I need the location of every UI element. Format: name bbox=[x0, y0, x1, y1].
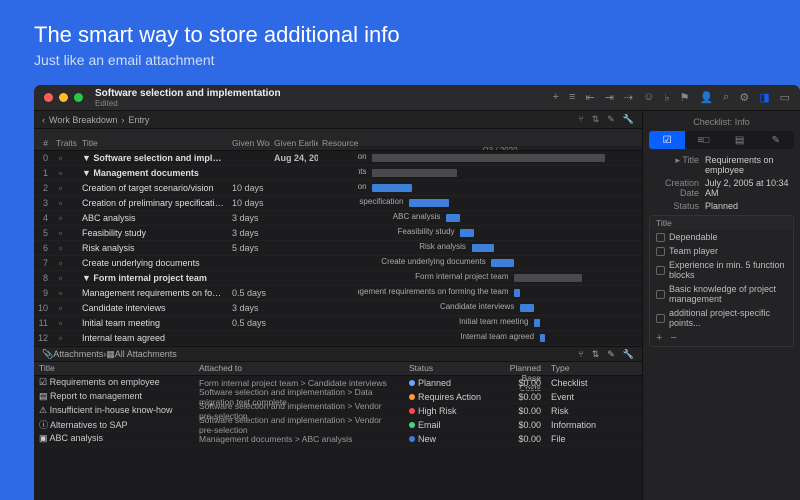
tab-bars[interactable]: ≡□ bbox=[685, 131, 721, 149]
sort-icon[interactable]: ⇅ bbox=[592, 349, 600, 360]
breadcrumb-a[interactable]: Work Breakdown bbox=[49, 115, 117, 125]
table-row[interactable]: 9▫Management requirements on forming the… bbox=[34, 286, 642, 301]
add-item-icon[interactable]: + bbox=[656, 332, 662, 344]
list-icon[interactable]: ≡ bbox=[569, 91, 575, 104]
table-row[interactable]: 4▫ABC analysis3 daysABC analysis bbox=[34, 211, 642, 226]
add-icon[interactable]: + bbox=[553, 91, 559, 104]
checklist-item[interactable]: Experience in min. 5 function blocks bbox=[650, 258, 793, 282]
back-icon[interactable]: ‹ bbox=[42, 115, 45, 125]
panel-left-icon[interactable]: ◨ bbox=[759, 91, 769, 104]
tab-chart[interactable]: ▤ bbox=[722, 131, 758, 149]
link-icon[interactable]: ⇢ bbox=[624, 91, 633, 104]
minimize-icon[interactable] bbox=[59, 93, 68, 102]
table-row[interactable]: 11▫Initial team meeting0.5 daysInitial t… bbox=[34, 316, 642, 331]
checkbox-icon[interactable] bbox=[656, 290, 665, 299]
table-row[interactable]: 2▫Creation of target scenario/vision10 d… bbox=[34, 181, 642, 196]
attach-filter-icon: ▦ bbox=[106, 349, 115, 360]
attachments-header: Title Attached to Status Planned Base Co… bbox=[34, 362, 642, 376]
checklist-item[interactable]: additional project-specific points... bbox=[650, 306, 793, 330]
tab-edit[interactable]: ✎ bbox=[758, 131, 794, 149]
filter-icon[interactable]: ⑂ bbox=[578, 349, 583, 360]
sort-icon[interactable]: ⇅ bbox=[592, 114, 600, 125]
table-row[interactable]: 8▫▼ Form internal project teamForm inter… bbox=[34, 271, 642, 286]
task-grid[interactable]: 0▫▼ Software selection and implementatio… bbox=[34, 151, 642, 346]
attach-icon: 📎 bbox=[42, 349, 53, 360]
close-icon[interactable] bbox=[44, 93, 53, 102]
checklist: Title DependableTeam playerExperience in… bbox=[649, 215, 794, 347]
inspector-header: Checklist: Info bbox=[649, 117, 794, 127]
inspector: Checklist: Info ☑ ≡□ ▤ ✎ ▸ Title Require… bbox=[642, 111, 800, 500]
indent-icon[interactable]: ⇥ bbox=[605, 91, 614, 104]
hero-title: The smart way to store additional info bbox=[34, 22, 800, 48]
hero-subtitle: Just like an email attachment bbox=[34, 52, 800, 68]
attachment-row[interactable]: ▣ ABC analysisManagement documents > ABC… bbox=[34, 432, 642, 446]
bell-icon[interactable]: ♭ bbox=[664, 91, 669, 104]
toolbar: + ≡ ⇤ ⇥ ⇢ ☺ ♭ ⚑ 👤 ⌕ ⚙ ◨ ▭ bbox=[553, 91, 790, 104]
panel-right-icon[interactable]: ▭ bbox=[780, 91, 790, 104]
table-row[interactable]: 1▫▼ Management documentsManagement docum… bbox=[34, 166, 642, 181]
wrench-icon[interactable]: 🔧 bbox=[623, 114, 634, 125]
status-value[interactable]: Planned bbox=[705, 201, 794, 211]
filter-icon[interactable]: ⑂ bbox=[578, 114, 583, 125]
checkbox-icon[interactable] bbox=[656, 247, 665, 256]
table-row[interactable]: 0▫▼ Software selection and implementatio… bbox=[34, 151, 642, 166]
table-row[interactable]: 5▫Feasibility study3 daysFeasibility stu… bbox=[34, 226, 642, 241]
attachments-grid[interactable]: ☑ Requirements on employeeForm internal … bbox=[34, 376, 642, 446]
smile-icon[interactable]: ☺ bbox=[643, 91, 654, 104]
table-row[interactable]: 10▫Candidate interviews3 daysCandidate i… bbox=[34, 301, 642, 316]
table-row[interactable]: 3▫Creation of preliminary specification1… bbox=[34, 196, 642, 211]
brush-icon[interactable]: ✎ bbox=[607, 114, 615, 125]
breadcrumb: ‹ Work Breakdown › Entry ⑂ ⇅ ✎ 🔧 bbox=[34, 111, 642, 129]
titlebar: Software selection and implementation Ed… bbox=[34, 85, 800, 111]
tab-checklist[interactable]: ☑ bbox=[649, 131, 685, 149]
checkbox-icon[interactable] bbox=[656, 266, 665, 275]
table-row[interactable]: 12▫Internal team agreedInternal team agr… bbox=[34, 331, 642, 346]
grid-header: # Traits Title Given Work Given Earliest… bbox=[34, 129, 642, 151]
wrench-icon[interactable]: 🔧 bbox=[623, 349, 634, 360]
zoom-icon[interactable] bbox=[74, 93, 83, 102]
attachment-row[interactable]: ⓘ Alternatives to SAPSoftware selection … bbox=[34, 418, 642, 432]
flag-icon[interactable]: ⚑ bbox=[680, 91, 690, 104]
checkbox-icon[interactable] bbox=[656, 233, 665, 242]
remove-item-icon[interactable]: − bbox=[670, 332, 676, 344]
breadcrumb-b[interactable]: Entry bbox=[128, 115, 149, 125]
window-title: Software selection and implementation bbox=[95, 88, 281, 99]
checklist-item[interactable]: Dependable bbox=[650, 230, 793, 244]
attachments-breadcrumb: 📎 Attachments › ▦ All Attachments ⑂ ⇅ ✎ … bbox=[34, 346, 642, 362]
table-row[interactable]: 6▫Risk analysis5 daysRisk analysis bbox=[34, 241, 642, 256]
checkbox-icon[interactable] bbox=[656, 314, 665, 323]
inspector-title: Requirements on employee bbox=[705, 155, 794, 175]
window-subtitle: Edited bbox=[95, 99, 281, 108]
app-window: Software selection and implementation Ed… bbox=[34, 85, 800, 500]
gear-icon[interactable]: ⚙ bbox=[739, 91, 749, 104]
checklist-item[interactable]: Basic knowledge of project management bbox=[650, 282, 793, 306]
checklist-item[interactable]: Team player bbox=[650, 244, 793, 258]
brush-icon[interactable]: ✎ bbox=[607, 349, 615, 360]
user-icon[interactable]: 👤 bbox=[699, 91, 713, 104]
search-icon[interactable]: ⌕ bbox=[723, 91, 729, 104]
creation-date[interactable]: July 2, 2005 at 10:34 AM bbox=[705, 178, 794, 198]
inspector-tabs: ☑ ≡□ ▤ ✎ bbox=[649, 131, 794, 149]
outdent-icon[interactable]: ⇤ bbox=[585, 91, 594, 104]
table-row[interactable]: 7▫Create underlying documentsCreate unde… bbox=[34, 256, 642, 271]
